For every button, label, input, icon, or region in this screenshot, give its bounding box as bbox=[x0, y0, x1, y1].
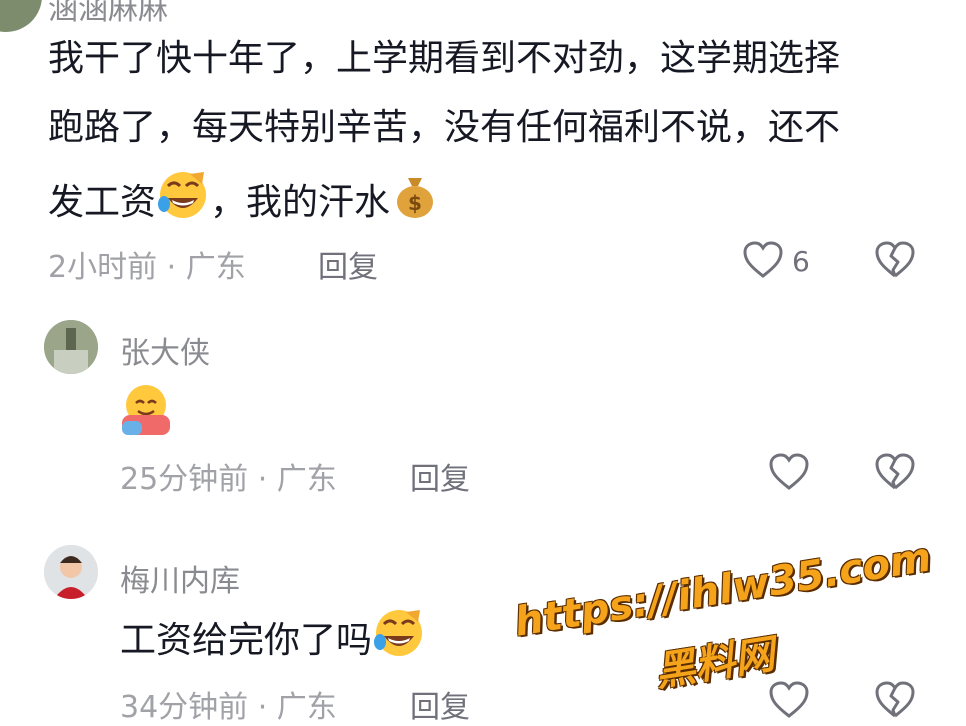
money-bag-emoji: $ bbox=[390, 170, 440, 238]
svg-text:$: $ bbox=[408, 191, 422, 215]
hug-emoji bbox=[118, 381, 174, 441]
like-button[interactable] bbox=[768, 680, 810, 720]
comment-username[interactable]: 张大侠 bbox=[120, 328, 210, 372]
watermark-name: 黑料网 bbox=[652, 631, 778, 696]
comment-text-line: 发工资 ，我的汗水 $ bbox=[48, 168, 440, 240]
avatar[interactable] bbox=[44, 545, 98, 599]
comment-text-line: 跑路了，每天特别辛苦，没有任何福利不说，还不 bbox=[48, 107, 841, 148]
comment-meta: 34分钟前 · 广东 bbox=[120, 690, 337, 725]
comment-meta: 25分钟前 · 广东 bbox=[120, 462, 337, 497]
broken-heart-icon bbox=[875, 241, 915, 278]
comment-meta: 2小时前 · 广东 bbox=[48, 250, 246, 285]
dislike-button[interactable] bbox=[874, 240, 916, 280]
like-button[interactable] bbox=[742, 240, 784, 280]
comment-text-part: 工资给完你了吗 bbox=[120, 620, 373, 661]
laughing-crying-emoji bbox=[372, 606, 426, 678]
comment-username[interactable]: 涵涵麻麻 bbox=[48, 0, 168, 28]
avatar[interactable] bbox=[0, 0, 42, 32]
comment-text-line: 工资给完你了吗 bbox=[120, 606, 426, 678]
comment-username[interactable]: 梅川内库 bbox=[120, 556, 240, 600]
laughing-crying-emoji bbox=[156, 168, 210, 240]
reply-button[interactable]: 回复 bbox=[318, 242, 378, 286]
heart-icon bbox=[769, 681, 809, 718]
dislike-button[interactable] bbox=[874, 680, 916, 720]
broken-heart-icon bbox=[875, 681, 915, 718]
comment-text-line: 我干了快十年了，上学期看到不对劲，这学期选择 bbox=[48, 38, 841, 79]
broken-heart-icon bbox=[875, 453, 915, 490]
comment-text-part: ，我的汗水 bbox=[210, 182, 391, 223]
avatar[interactable] bbox=[44, 320, 98, 374]
comment-text-part: 发工资 bbox=[48, 182, 157, 223]
reply-button[interactable]: 回复 bbox=[410, 682, 470, 726]
like-button[interactable] bbox=[768, 452, 810, 492]
dislike-button[interactable] bbox=[874, 452, 916, 492]
reply-button[interactable]: 回复 bbox=[410, 454, 470, 498]
heart-icon bbox=[743, 241, 783, 278]
heart-icon bbox=[769, 453, 809, 490]
like-count: 6 bbox=[792, 245, 810, 278]
